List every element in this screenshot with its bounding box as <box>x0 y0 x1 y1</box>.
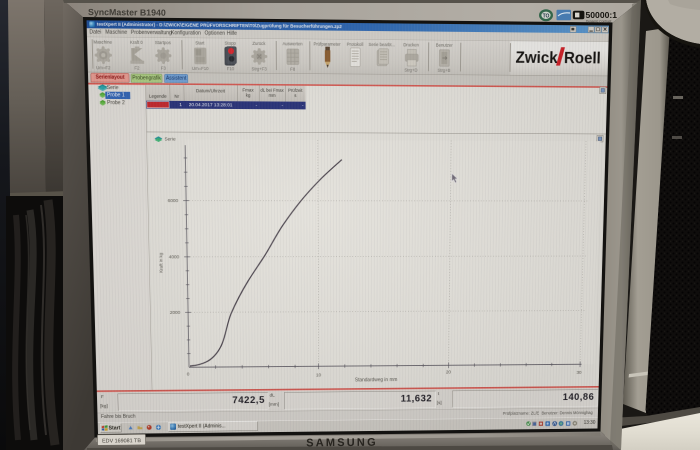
svg-text:Dynamic Contrast: Dynamic Contrast <box>586 19 611 23</box>
svg-text:TO: TO <box>543 14 550 20</box>
svg-text:SyncMaster B1940: SyncMaster B1940 <box>88 7 166 18</box>
svg-text:SAMSUNG: SAMSUNG <box>306 437 378 450</box>
svg-text:EDV 169081 TB: EDV 169081 TB <box>102 438 141 444</box>
